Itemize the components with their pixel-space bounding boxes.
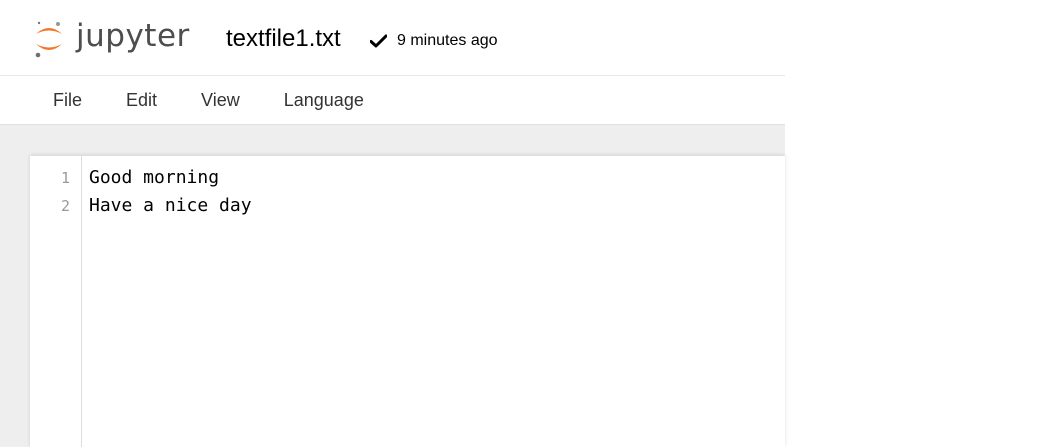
- jupyter-text-editor: jupyter textfile1.txt 9 minutes ago File…: [0, 0, 1052, 447]
- menu-language[interactable]: Language: [262, 76, 386, 124]
- jupyter-logo-icon: [35, 21, 62, 58]
- line-number: 1: [60, 169, 70, 187]
- jupyter-logo[interactable]: jupyter: [34, 18, 190, 59]
- text-editor[interactable]: 1 2 Good morning Have a nice day: [30, 156, 785, 447]
- menubar: File Edit View Language: [30, 76, 386, 124]
- save-status: 9 minutes ago: [370, 24, 498, 54]
- menubar-container: File Edit View Language: [0, 75, 785, 125]
- line-number-gutter: 1 2: [30, 156, 82, 447]
- checkmark-icon: [370, 34, 387, 48]
- header: jupyter textfile1.txt 9 minutes ago: [0, 0, 1052, 76]
- notebook-name[interactable]: textfile1.txt: [226, 24, 341, 54]
- menu-file[interactable]: File: [30, 76, 104, 124]
- editor-line[interactable]: Good morning: [89, 164, 219, 192]
- last-saved-time: 9 minutes ago: [397, 32, 498, 49]
- logo-text: jupyter: [76, 18, 190, 54]
- editor-line[interactable]: Have a nice day: [89, 192, 252, 220]
- menu-view[interactable]: View: [179, 76, 262, 124]
- line-number: 2: [60, 197, 70, 215]
- menu-edit[interactable]: Edit: [104, 76, 179, 124]
